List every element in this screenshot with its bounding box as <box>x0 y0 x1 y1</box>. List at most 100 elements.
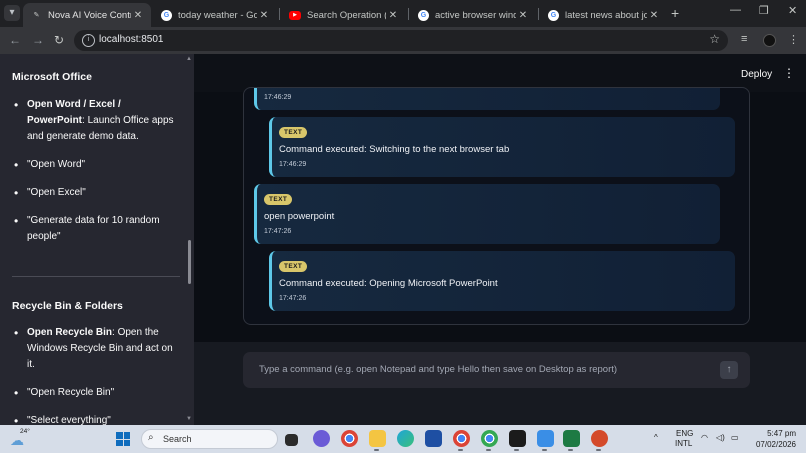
running-indicator <box>486 449 491 451</box>
send-arrow-icon[interactable]: ↑ <box>720 361 738 379</box>
deploy-button[interactable]: Deploy <box>741 69 772 80</box>
sidebar: ▲ Microsoft Office Open Word / Excel / P… <box>0 54 194 425</box>
tab-nova[interactable]: ✎ Nova AI Voice Control A ✕ <box>23 3 151 27</box>
close-icon[interactable]: ✕ <box>257 10 271 21</box>
reload-icon[interactable]: ↻ <box>54 33 64 47</box>
taskbar-search[interactable]: ⌕ Search <box>141 429 278 449</box>
main-menu-icon[interactable]: ⋮ <box>783 66 795 80</box>
address-bar[interactable]: i localhost:8501 ☆ <box>74 30 728 51</box>
back-icon[interactable]: ← <box>9 33 21 47</box>
tab-latest-news[interactable]: G latest news about jobs - ✕ <box>540 3 667 27</box>
close-icon[interactable]: ✕ <box>516 10 530 21</box>
tab-search-icon[interactable]: ▾ <box>4 5 20 21</box>
windows-start-icon[interactable] <box>116 432 130 446</box>
chat-history: 17:46:29 TEXT Command executed: Switchin… <box>243 87 750 325</box>
teams-icon[interactable] <box>313 430 330 447</box>
message-text: open powerpoint <box>264 211 335 222</box>
running-indicator <box>596 449 601 451</box>
close-icon[interactable]: ✕ <box>131 10 145 21</box>
clock[interactable]: 5:47 pm 07/02/2026 <box>754 428 796 450</box>
tab-title: latest news about jobs - <box>565 9 647 21</box>
tab-title: Nova AI Voice Control A <box>48 9 131 21</box>
message-time: 17:46:29 <box>264 94 292 101</box>
sidebar-section-title: Recycle Bin & Folders <box>12 300 123 312</box>
close-window-icon[interactable]: ✕ <box>788 4 797 17</box>
chrome-profile-icon[interactable] <box>453 430 470 447</box>
language-layout[interactable]: INTL <box>675 439 692 448</box>
file-explorer-icon[interactable] <box>369 430 386 447</box>
sidebar-item: "Open Recycle Bin" <box>14 385 174 401</box>
restore-icon[interactable]: ❐ <box>759 4 769 17</box>
notepad-icon[interactable] <box>537 430 554 447</box>
pen-icon: ✎ <box>33 12 40 19</box>
message-time: 17:47:26 <box>264 228 292 235</box>
chat-message: TEXT Command executed: Switching to the … <box>269 117 735 177</box>
command-input-placeholder: Type a command (e.g. open Notepad and ty… <box>259 364 618 375</box>
running-indicator <box>514 449 519 451</box>
sidebar-item: Open Word / Excel / PowerPoint: Launch O… <box>14 97 174 145</box>
tab-divider <box>538 8 539 20</box>
wifi-icon[interactable]: ◠ <box>701 433 708 442</box>
tab-divider <box>279 8 280 20</box>
message-type-badge: TEXT <box>279 261 308 272</box>
clock-date: 07/02/2026 <box>755 440 796 449</box>
tab-active-browser[interactable]: G active browser window u ✕ <box>410 3 536 27</box>
message-type-badge: TEXT <box>264 194 293 205</box>
profile-avatar[interactable] <box>763 34 776 47</box>
running-indicator <box>568 449 573 451</box>
minimize-icon[interactable]: — <box>730 4 741 16</box>
sidebar-item: "Open Excel" <box>14 185 174 201</box>
excel-icon[interactable] <box>563 430 580 447</box>
google-icon: G <box>161 9 172 21</box>
browser-tabstrip: ▾ ✎ Nova AI Voice Control A ✕ G today we… <box>0 0 806 27</box>
weather-temp: 24° <box>20 428 30 435</box>
sidebar-item: "Select everything" <box>14 413 174 425</box>
message-text: Command executed: Switching to the next … <box>279 144 510 155</box>
chrome-profile-icon[interactable] <box>481 430 498 447</box>
chrome-icon[interactable] <box>341 430 358 447</box>
google-icon: G <box>548 9 559 21</box>
battery-icon[interactable]: ▭ <box>731 433 739 442</box>
chevron-up-icon[interactable]: ^ <box>654 433 658 442</box>
tab-divider <box>408 8 409 20</box>
new-tab-icon[interactable]: + <box>671 5 679 21</box>
volume-icon[interactable]: ◁) <box>716 433 725 442</box>
chrome-menu-icon[interactable]: ⋮ <box>788 33 799 46</box>
sidebar-list-recycle: Open Recycle Bin: Open the Windows Recyc… <box>14 325 174 425</box>
message-text: Command executed: Opening Microsoft Powe… <box>279 278 498 289</box>
running-indicator <box>458 449 463 451</box>
tab-search-operation[interactable]: ▶ Search Operation (2025) ✕ <box>281 3 406 27</box>
store-icon[interactable] <box>425 430 442 447</box>
search-icon: ⌕ <box>148 432 154 443</box>
tab-title: today weather - Google S <box>178 9 257 21</box>
search-label: Search <box>163 434 192 444</box>
language-code[interactable]: ENG <box>676 429 693 438</box>
close-icon[interactable]: ✕ <box>386 10 400 21</box>
edge-icon[interactable] <box>397 430 414 447</box>
site-info-icon[interactable]: i <box>82 34 95 47</box>
forward-icon[interactable]: → <box>32 33 44 47</box>
youtube-icon: ▶ <box>289 10 301 20</box>
tab-weather[interactable]: G today weather - Google S ✕ <box>153 3 277 27</box>
running-indicator <box>542 449 547 451</box>
chat-message: TEXT Command executed: Opening Microsoft… <box>269 251 735 311</box>
command-input[interactable]: Type a command (e.g. open Notepad and ty… <box>243 352 750 388</box>
bookmark-star-icon[interactable]: ☆ <box>709 32 720 46</box>
sidebar-scrollbar[interactable] <box>188 240 191 284</box>
media-control-icon[interactable]: ≡ <box>741 33 747 45</box>
running-indicator <box>374 449 379 451</box>
google-icon: G <box>418 9 429 21</box>
scroll-down-icon[interactable]: ▼ <box>186 416 192 422</box>
chat-message: TEXT open powerpoint 17:47:26 <box>254 184 720 244</box>
message-type-badge: TEXT <box>279 127 308 138</box>
sidebar-item: Open Recycle Bin: Open the Windows Recyc… <box>14 325 174 373</box>
task-view-icon[interactable] <box>285 434 298 446</box>
close-icon[interactable]: ✕ <box>647 10 661 21</box>
message-time: 17:46:29 <box>279 161 307 168</box>
sidebar-item: "Open Word" <box>14 157 174 173</box>
sidebar-item: "Generate data for 10 random people" <box>14 213 174 245</box>
scroll-up-icon[interactable]: ▲ <box>186 56 192 62</box>
terminal-app-icon[interactable] <box>509 430 526 447</box>
powerpoint-icon[interactable] <box>591 430 608 447</box>
tab-title: Search Operation (2025) <box>307 9 386 21</box>
